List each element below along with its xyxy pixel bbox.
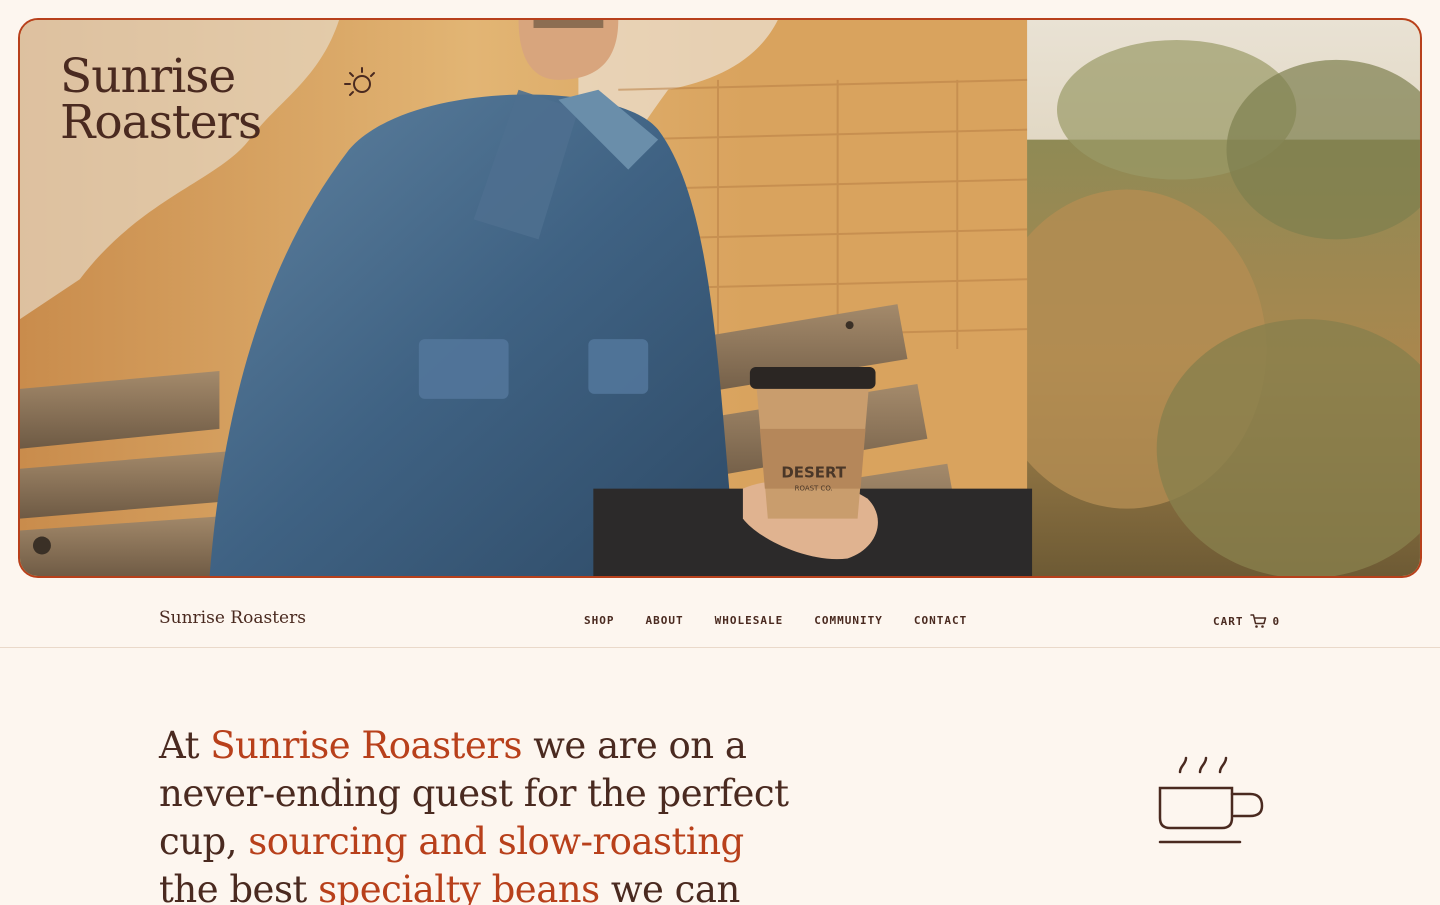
intro-highlight-brand: Sunrise Roasters xyxy=(210,724,522,767)
hero-brand-line2: Roasters xyxy=(60,95,262,150)
nav-logo[interactable]: Sunrise Roasters xyxy=(159,608,306,628)
nav-link-wholesale[interactable]: WHOLESALE xyxy=(715,614,784,627)
cart-label: CART xyxy=(1213,614,1244,628)
hero-banner: DESERT ROAST CO. Sunrise Roasters xyxy=(18,18,1422,578)
sun-icon xyxy=(344,67,375,96)
nav-links: SHOP ABOUT WHOLESALE COMMUNITY CONTACT xyxy=(584,614,998,627)
cup-print-main: DESERT xyxy=(781,464,846,482)
nav-link-community[interactable]: COMMUNITY xyxy=(814,614,883,627)
hero-brand-line1: Sunrise xyxy=(60,49,236,104)
nav-link-shop[interactable]: SHOP xyxy=(584,614,615,627)
intro-text-1: At xyxy=(159,724,211,767)
nav-link-contact[interactable]: CONTACT xyxy=(914,614,967,627)
intro-highlight-sourcing: sourcing and slow-roasting xyxy=(248,820,744,863)
cup-print-sub: ROAST CO. xyxy=(795,485,833,493)
hero-brand-title: Sunrise Roasters xyxy=(60,49,262,150)
intro-text-4: we can xyxy=(599,868,740,905)
top-navigation: Sunrise Roasters SHOP ABOUT WHOLESALE CO… xyxy=(0,596,1440,648)
cart-icon xyxy=(1249,614,1266,628)
intro-text-3: the best xyxy=(159,868,319,905)
cart-button[interactable]: CART 0 xyxy=(1213,613,1280,629)
intro-highlight-beans: specialty beans xyxy=(318,868,600,905)
intro-statement: At Sunrise Roasters we are on a never-en… xyxy=(159,722,799,905)
nav-link-about[interactable]: ABOUT xyxy=(646,614,684,627)
coffee-cup-icon xyxy=(1158,756,1264,844)
cart-count: 0 xyxy=(1272,614,1281,628)
